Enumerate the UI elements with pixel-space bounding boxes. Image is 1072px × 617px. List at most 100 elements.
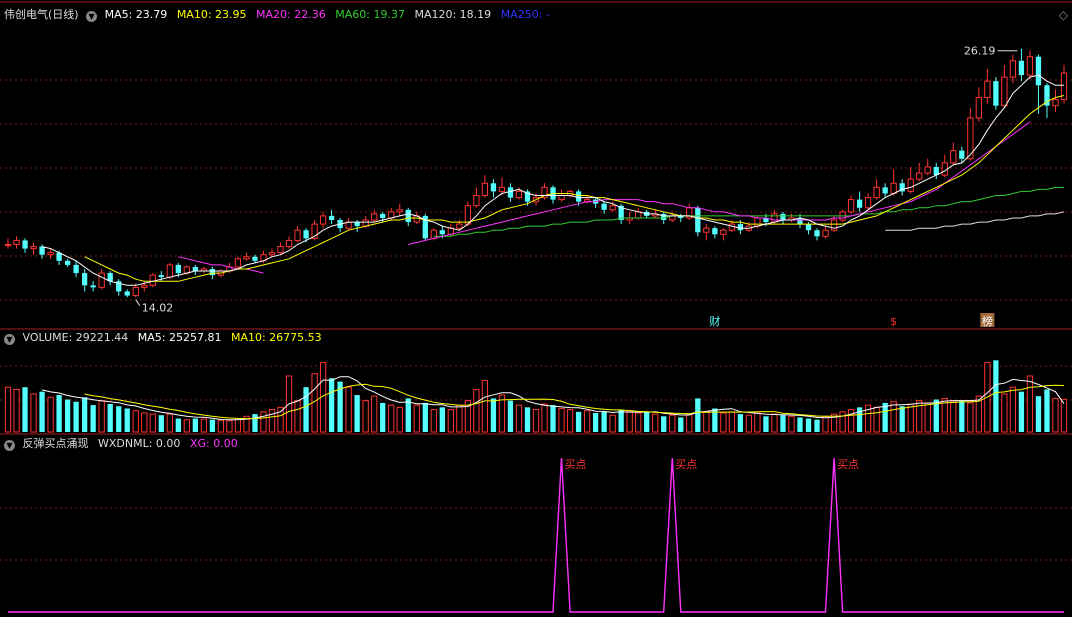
chevron-down-icon[interactable]: ▼ (86, 11, 98, 22)
candle-body-up (243, 256, 250, 260)
volume-bar-down (439, 407, 445, 432)
volume-bar-up (771, 413, 778, 433)
volume-bar-down (959, 400, 965, 432)
buy-signal-label: 买点 (837, 458, 859, 471)
volume-bar-up (413, 404, 420, 433)
candle-body-down (661, 213, 667, 221)
candle-body-up (98, 272, 105, 288)
candle-body-up (916, 172, 923, 180)
buy-signal-label: 买点 (675, 458, 697, 471)
volume-bar-up (132, 410, 139, 433)
volume-bar-down (899, 406, 905, 432)
candle-body-up (132, 286, 139, 297)
volume-bar-up (396, 406, 403, 433)
ma60-label: MA60: 19.37 (335, 8, 405, 21)
candle-body-up (847, 199, 855, 213)
stock-name: 伟创电气(日线) (4, 8, 79, 21)
candle-body-down (780, 213, 786, 221)
volume-bar-down (73, 401, 79, 432)
volume-bar-down (303, 387, 309, 432)
volume-bar-up (950, 401, 957, 433)
candle-body-down (380, 213, 386, 218)
volume-bar-up (481, 379, 489, 433)
candle-body-down (575, 191, 582, 202)
candle-body-up (234, 258, 242, 268)
candle-body-up (498, 186, 506, 192)
candle-body-up (1052, 99, 1059, 107)
volume-bar-down (56, 395, 62, 432)
candle-body-up (515, 190, 523, 199)
candle-body-down (73, 264, 79, 274)
candle-body-up (294, 229, 301, 241)
volume-bar-down (882, 402, 888, 432)
candle-body-up (558, 195, 565, 201)
volume-bar-up (967, 402, 974, 433)
volume-bar-up (515, 404, 523, 433)
candle-body-up (268, 252, 276, 256)
volume-bar-down (39, 391, 45, 432)
chevron-down-icon[interactable]: ▼ (4, 440, 15, 451)
chart-canvas[interactable]: 26.19 14.02 财 $ 榜 买点 买点 买点 (0, 0, 1072, 617)
volume-bar-down (158, 415, 164, 432)
volume-bar-up (260, 411, 267, 433)
low-price-label: 14.02 (142, 302, 174, 315)
volume-bar-up (728, 411, 736, 433)
volume-bar-down (993, 360, 999, 432)
candle-body-up (319, 215, 327, 225)
volume-bar-up (541, 403, 548, 433)
volume-bar-down (737, 414, 744, 432)
volume-bar-down (490, 398, 497, 432)
chevron-down-icon[interactable]: ▼ (4, 334, 15, 345)
event-marker-event_dollar: $ (890, 315, 897, 328)
volume-bar-down (507, 400, 514, 432)
volume-bar-down (64, 399, 71, 432)
candle-body-up (864, 197, 872, 209)
candle-body-up (941, 162, 948, 176)
volume-bar-up (30, 393, 37, 433)
volume-bar-down (380, 402, 386, 432)
volume-bar-up (141, 412, 148, 433)
ma10-label: MA10: 23.95 (176, 8, 247, 21)
volume-bar-down (592, 412, 599, 432)
volume-bar-up (788, 415, 795, 433)
volume-bar-up (583, 410, 591, 433)
volume-bar-up (609, 414, 616, 433)
volume-bar-up (686, 413, 693, 433)
volume-bar-up (362, 400, 369, 433)
volume-bar-up (532, 409, 540, 433)
candle-body-up (890, 182, 897, 194)
volume-bar-up (473, 388, 480, 433)
candle-body-down (82, 273, 88, 286)
indicator-name: 反弹买点涌现 (22, 437, 89, 450)
volume-bar-up (166, 413, 173, 433)
volume-bar-down (661, 416, 667, 432)
candle-body-up (924, 166, 931, 174)
candle-body-up (1026, 56, 1034, 76)
candle-body-up (703, 227, 710, 233)
volume-bar-down (644, 411, 650, 432)
candle-body-up (396, 209, 403, 213)
candle-body-down (601, 203, 607, 210)
volume-bar-down (780, 415, 786, 432)
volume-bar-up (345, 386, 352, 433)
volume-bar-up (558, 407, 565, 433)
volume-bar-up (149, 413, 156, 433)
candle-body-down (439, 230, 445, 235)
volume-bar-up (13, 388, 20, 433)
volume-bar-down (252, 414, 258, 432)
volume-bar-up (371, 395, 378, 433)
high-price-label: 26.19 (964, 45, 996, 58)
volume-bar-up (652, 413, 659, 433)
candle-body-down (209, 269, 216, 276)
diamond-icon[interactable]: ◇ (1059, 8, 1068, 22)
candle-body-up (1001, 76, 1008, 107)
volume-ma5: MA5: 25257.81 (137, 331, 222, 344)
candle-body-up (907, 178, 914, 192)
candle-body-up (728, 223, 736, 231)
volume-bar-down (328, 378, 335, 432)
volume-bar-down (124, 408, 130, 432)
candle-body-up (754, 217, 761, 227)
volume-bar-up (745, 414, 753, 433)
indicator-header: ▼ 反弹买点涌现 WXDNML: 0.00 XG: 0.00 (4, 437, 238, 451)
volume-bar-down (763, 416, 769, 432)
